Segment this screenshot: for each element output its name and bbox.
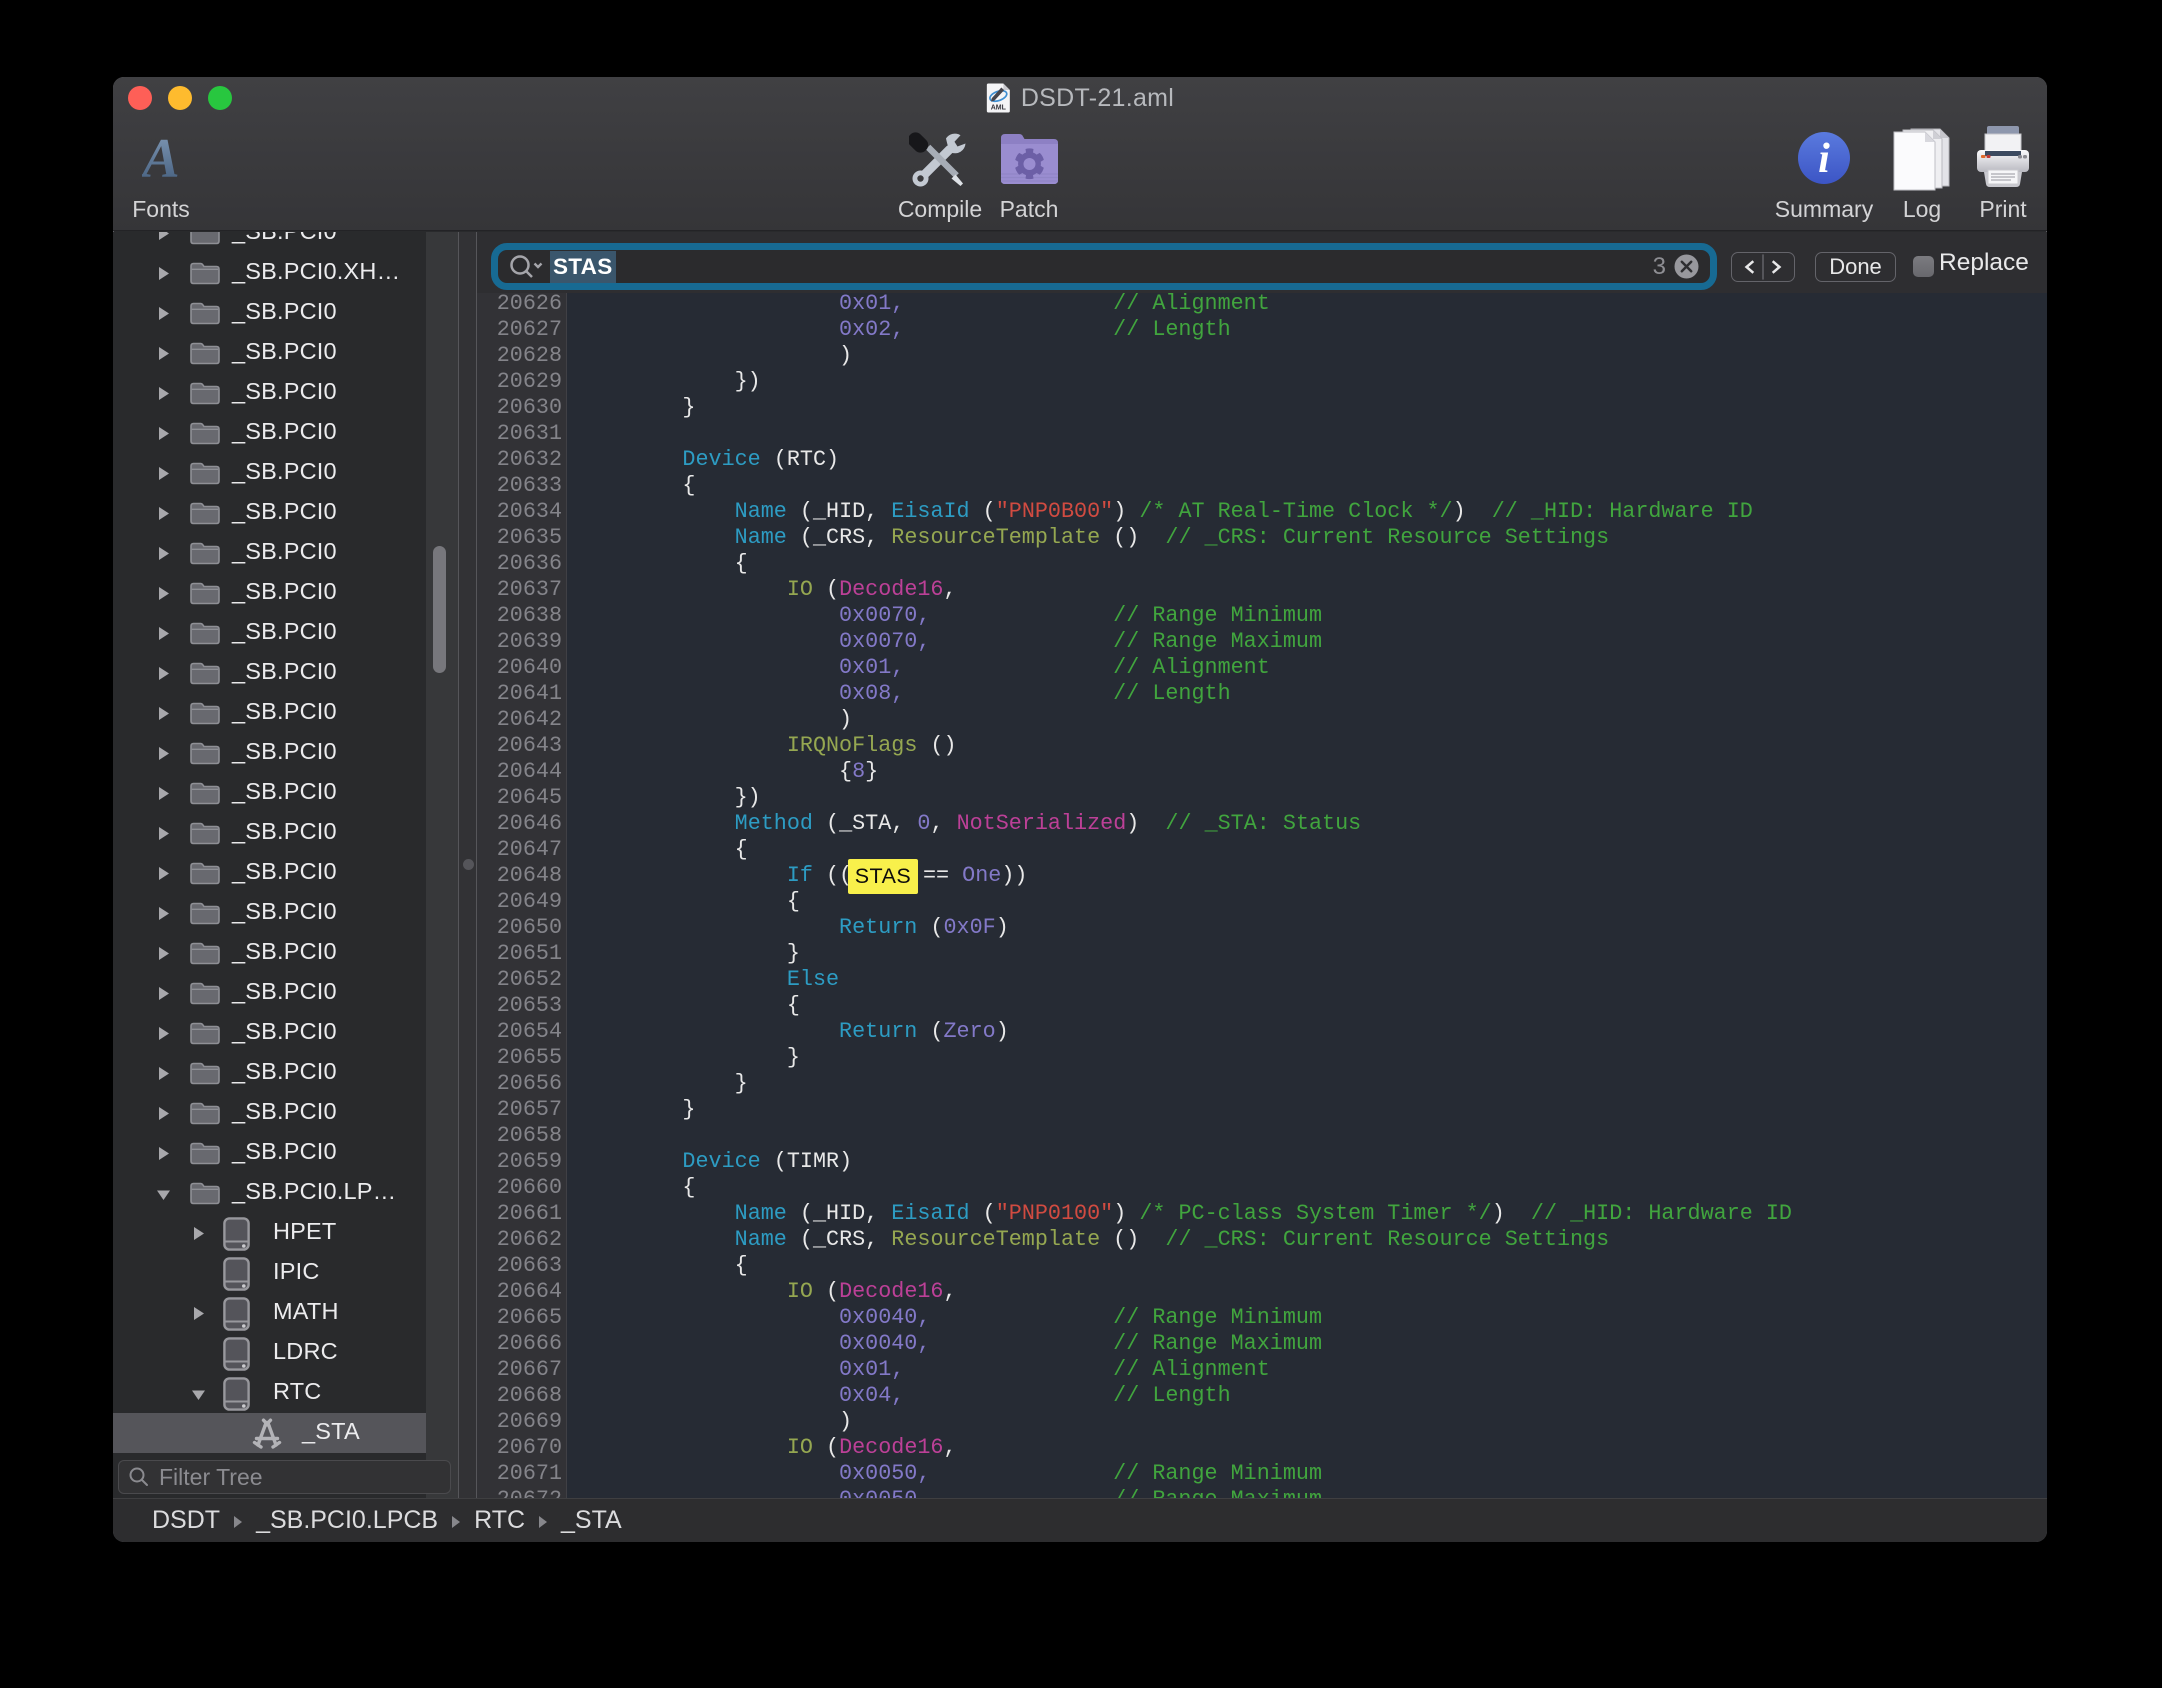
svg-text:i: i xyxy=(1818,136,1830,182)
svg-text:AML: AML xyxy=(991,105,1007,112)
